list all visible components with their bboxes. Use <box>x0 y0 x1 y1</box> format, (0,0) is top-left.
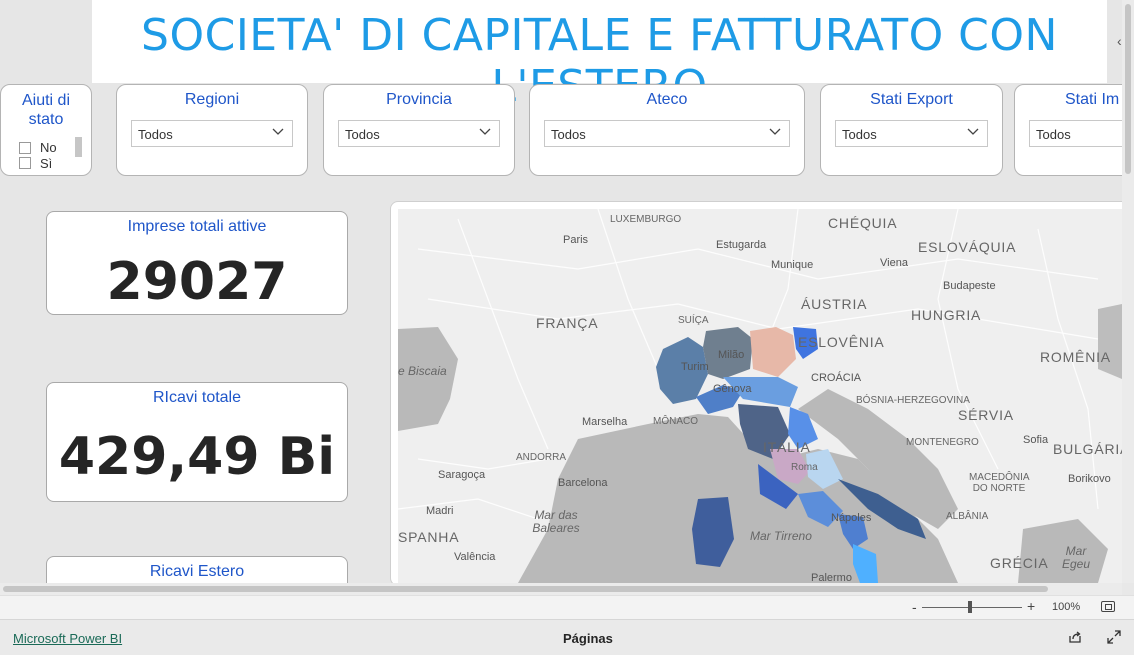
title-box: SOCIETA' DI CAPITALE E FATTURATO CON L'E… <box>92 0 1107 112</box>
card-title: Ricavi Estero <box>149 563 245 580</box>
map-label-eslovenia: ESLOVÊNIA <box>798 334 885 350</box>
card-title: RIcavi totale <box>152 389 242 406</box>
zoom-in-button[interactable]: + <box>1027 598 1035 614</box>
fullscreen-icon[interactable] <box>1107 630 1121 644</box>
slicer-title: Stati Im <box>1065 91 1120 108</box>
zoom-out-button[interactable]: - <box>912 599 917 615</box>
map-label-borikovo: Borikovo <box>1068 473 1111 485</box>
map-label-viena: Viena <box>880 257 908 269</box>
map-label-marselha: Marselha <box>582 416 628 428</box>
map-label-bosnia: BÓSNIA-HERZEGOVINA <box>856 395 970 406</box>
card-imprese-totali: Imprese totali attive 29027 <box>46 211 348 315</box>
slicer-scrollbar[interactable] <box>75 137 82 157</box>
regioni-dropdown[interactable]: Todos <box>131 120 293 147</box>
zoom-slider[interactable] <box>922 607 1022 608</box>
map-label-eslovaquia: ESLOVÁQUIA <box>918 239 1017 255</box>
slicer-provincia: Provincia Todos <box>323 84 515 176</box>
map-label-milao: Milão <box>718 349 745 361</box>
map-label-madri: Madri <box>426 505 454 517</box>
zoom-level: 100% <box>1052 601 1081 613</box>
checkbox[interactable] <box>19 141 31 154</box>
slicer-title: Ateco <box>646 91 688 108</box>
ateco-dropdown[interactable]: Todos <box>544 120 790 147</box>
map-label-barcelona: Barcelona <box>558 477 608 489</box>
map-label-croacia: CROÁCIA <box>811 372 862 384</box>
slicer-regioni: Regioni Todos <box>116 84 308 176</box>
sea-black <box>1098 304 1122 379</box>
provincia-dropdown[interactable]: Todos <box>338 120 500 147</box>
map-label-albania: ALBÂNIA <box>946 511 989 522</box>
slicer-title: Stati Export <box>870 91 953 108</box>
slicer-title: Aiuti di stato <box>21 92 71 128</box>
map-label-napoles: Nápoles <box>831 512 872 524</box>
zoom-slider-thumb[interactable] <box>968 601 972 613</box>
map-label-suica: SUÍÇA <box>678 315 709 326</box>
chevron-down-icon <box>272 128 284 135</box>
card-ricavi-totale: RIcavi totale 429,49 Bi <box>46 382 348 502</box>
map-label-saragoca: Saragoça <box>438 469 486 481</box>
power-bi-link[interactable]: Microsoft Power BI <box>13 631 122 646</box>
map-label-italia: ITÁLIA <box>763 439 811 455</box>
stati-export-dropdown[interactable]: Todos <box>835 120 988 147</box>
map-label-andorra: ANDORRA <box>516 452 567 463</box>
map-label-paris: Paris <box>563 234 589 246</box>
map-label-montenegro: MONTENEGRO <box>906 437 979 448</box>
map-label-mar-baleares: Mar das Baleares <box>532 508 580 535</box>
slicer-ateco: Ateco Todos <box>529 84 805 176</box>
vertical-scrollbar-thumb[interactable] <box>1125 4 1131 174</box>
map-label-romenia: ROMÊNIA <box>1040 349 1111 365</box>
map-label-franca: FRANÇA <box>536 315 599 331</box>
map-label-chequia: CHÉQUIA <box>828 215 898 231</box>
chevron-left-icon[interactable]: ‹ <box>1117 33 1122 49</box>
slicer-aiuti-di-stato: Aiuti di stato No Sì <box>0 84 92 176</box>
map-label-grecia: GRÉCIA <box>990 555 1049 571</box>
checkbox[interactable] <box>19 157 31 169</box>
map-label-budapeste: Budapeste <box>943 280 996 292</box>
map-label-luxemburgo: LUXEMBURGO <box>610 214 682 225</box>
slicer-stati-import: Stati Im Todos <box>1014 84 1122 176</box>
map-label-bulgaria: BULGÁRIA <box>1053 441 1122 457</box>
card-value: 29027 <box>106 252 288 312</box>
chevron-down-icon <box>479 128 491 135</box>
vertical-scrollbar[interactable] <box>1122 0 1134 583</box>
map-label-palermo: Palermo <box>811 572 852 583</box>
map-label-macedonia: MACEDÔNIA DO NORTE <box>969 472 1030 494</box>
map-label-genova: Gênova <box>713 383 752 395</box>
map-label-mar-egeu: Mar Egeu <box>1061 544 1091 571</box>
report-canvas: SOCIETA' DI CAPITALE E FATTURATO CON L'E… <box>0 0 1122 583</box>
stati-import-dropdown[interactable]: Todos <box>1029 120 1122 147</box>
map-label-biscaia: e Biscaia <box>398 364 447 378</box>
pages-button[interactable]: Páginas <box>563 631 613 646</box>
slicer-title: Provincia <box>386 91 452 108</box>
zoom-bar: - + 100% <box>0 595 1134 619</box>
map-label-roma: Roma <box>791 462 818 473</box>
map-label-estugarda: Estugarda <box>716 239 767 251</box>
map-label-turim: Turim <box>681 361 709 373</box>
slicer-title: Regioni <box>184 91 240 108</box>
footer-bar: Microsoft Power BI Páginas <box>0 619 1134 655</box>
map-label-valencia: Valência <box>454 551 496 563</box>
slicer-stati-export: Stati Export Todos <box>820 84 1003 176</box>
card-ricavi-estero: Ricavi Estero <box>46 556 348 583</box>
map-label-servia: SÉRVIA <box>958 407 1014 423</box>
slicer-option-no[interactable]: No <box>19 140 57 155</box>
horizontal-scrollbar-thumb[interactable] <box>3 586 1048 592</box>
chevron-down-icon <box>967 128 979 135</box>
share-icon[interactable] <box>1068 630 1082 644</box>
horizontal-scrollbar[interactable] <box>0 583 1122 595</box>
map-visual[interactable]: LUXEMBURGO CHÉQUIA Paris Estugarda ESLOV… <box>398 209 1122 583</box>
map-label-hungria: HUNGRIA <box>911 307 982 323</box>
map-label-monaco: MÔNACO <box>653 416 698 427</box>
map-label-austria: ÁUSTRIA <box>801 296 868 312</box>
map-label-sofia: Sofia <box>1023 434 1049 446</box>
map-label-munique: Munique <box>771 259 814 271</box>
map-canvas[interactable] <box>398 209 1122 583</box>
map-label-espanha: SPANHA <box>398 529 460 545</box>
slicer-option-si[interactable]: Sì <box>19 157 52 169</box>
card-title: Imprese totali attive <box>127 218 267 235</box>
map-label-mar-tirreno: Mar Tirreno <box>750 529 812 543</box>
card-value: 429,49 Bi <box>58 427 336 487</box>
chevron-down-icon <box>769 128 781 135</box>
fit-to-page-icon[interactable] <box>1101 601 1115 612</box>
